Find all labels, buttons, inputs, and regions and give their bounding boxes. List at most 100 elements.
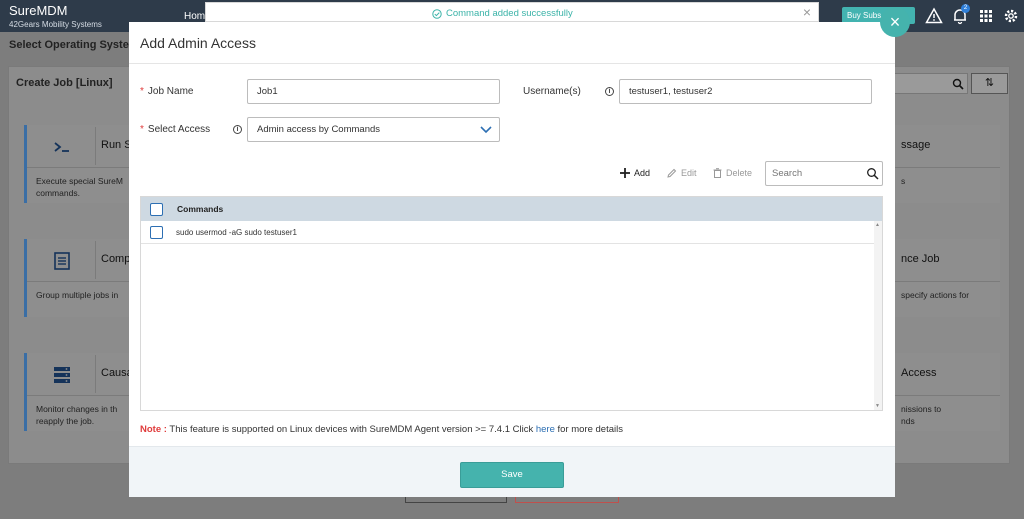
search-icon — [952, 78, 964, 90]
background-button — [515, 497, 619, 503]
add-label: Add — [634, 168, 651, 178]
job-name-input[interactable]: Job1 — [247, 79, 500, 104]
card-rule — [27, 281, 129, 282]
card-rule — [895, 167, 1000, 168]
scroll-down-icon[interactable]: ▼ — [875, 403, 880, 409]
check-circle-icon — [432, 8, 442, 19]
server-icon — [51, 364, 73, 386]
settings-gear-icon[interactable] — [1002, 7, 1020, 25]
sort-button[interactable]: ⇅ — [971, 73, 1008, 94]
card-divider — [95, 127, 96, 165]
create-job-title: Create Job [Linux] — [16, 77, 113, 89]
pencil-icon — [667, 168, 677, 178]
table-scrollbar[interactable]: ▲ ▼ — [874, 221, 882, 410]
close-dialog-icon[interactable]: × — [880, 7, 910, 37]
note-label: Note : — [140, 424, 167, 435]
warning-icon[interactable] — [925, 7, 943, 25]
card-divider — [95, 241, 96, 279]
job-card-causal[interactable]: Causa Monitor changes in th reapply the … — [24, 353, 133, 431]
app-name: SureMDM — [9, 3, 68, 18]
list-icon — [51, 250, 73, 272]
card-rule — [27, 395, 129, 396]
card-rule — [895, 395, 1000, 396]
job-card-message[interactable]: ssage s — [895, 125, 1000, 203]
usernames-input[interactable]: testuser1, testuser2 — [619, 79, 872, 104]
search-icon[interactable] — [866, 167, 879, 180]
add-button[interactable]: Add — [620, 168, 650, 178]
card-desc-line: Execute special SureM — [36, 176, 123, 186]
card-desc-line: nds — [901, 416, 915, 426]
dialog-footer: Save — [129, 446, 895, 497]
card-description: specify actions for — [901, 290, 970, 300]
select-os-title: Select Operating Syste — [9, 39, 129, 51]
nav-home-link[interactable]: Hom — [184, 11, 205, 22]
card-title: Run S — [101, 139, 132, 151]
background-search-input[interactable] — [892, 73, 968, 94]
select-access-info-icon[interactable]: i — [233, 125, 242, 134]
card-desc-line: commands. — [36, 188, 80, 198]
job-name-label: * Job Name — [140, 86, 193, 97]
card-divider — [95, 355, 96, 393]
dialog-title: Add Admin Access — [140, 35, 256, 51]
terminal-icon — [51, 136, 73, 158]
row-checkbox[interactable] — [150, 226, 163, 239]
card-title: Access — [901, 367, 937, 379]
background-button — [405, 497, 507, 503]
select-all-checkbox[interactable] — [150, 203, 163, 216]
save-button[interactable]: Save — [460, 462, 564, 488]
job-card-admin-access[interactable]: Access nissions to nds — [895, 353, 1000, 431]
success-toast: Command added successfully × — [205, 2, 819, 22]
select-access-dropdown[interactable]: Admin access by Commands — [247, 117, 500, 142]
toast-close-icon[interactable]: × — [803, 4, 811, 20]
add-admin-access-dialog: Add Admin Access * Job Name Job1 Username… — [129, 22, 895, 497]
chevron-down-icon — [473, 118, 499, 141]
job-card-compliance[interactable]: nce Job specify actions for — [895, 239, 1000, 317]
card-desc-line: Group multiple jobs in — [36, 290, 119, 300]
usernames-label: Username(s) — [523, 86, 581, 97]
card-title: nce Job — [901, 253, 940, 265]
plus-icon — [620, 168, 630, 178]
card-description: Monitor changes in th reapply the job. — [36, 403, 117, 427]
table-row[interactable]: sudo usermod -aG sudo testuser1 — [141, 221, 874, 244]
commands-search[interactable] — [765, 161, 883, 186]
company-name: 42Gears Mobility Systems — [9, 20, 102, 29]
card-description: nissions to nds — [901, 403, 941, 427]
delete-button[interactable]: Delete — [713, 168, 752, 178]
apps-grid-icon[interactable] — [977, 7, 995, 25]
toast-text: Command added successfully — [446, 8, 573, 19]
commands-table: Commands sudo usermod -aG sudo testuser1… — [140, 196, 883, 411]
usernames-info-icon[interactable]: i — [605, 87, 614, 96]
card-desc-line: Monitor changes in th — [36, 404, 118, 414]
card-description: s — [901, 176, 906, 186]
note-tail: for more details — [554, 424, 624, 435]
brand[interactable]: SureMDM 42Gears Mobility Systems — [9, 3, 102, 29]
delete-label: Delete — [726, 168, 753, 178]
card-rule — [27, 167, 129, 168]
dialog-divider — [129, 63, 895, 64]
commands-column-header: Commands — [177, 204, 224, 214]
commands-search-input[interactable] — [772, 168, 862, 179]
job-name-label-text: Job Name — [147, 86, 194, 97]
card-rule — [895, 281, 1000, 282]
select-access-value: Admin access by Commands — [257, 124, 381, 135]
select-access-label-text: Select Access — [147, 124, 211, 135]
notification-badge: 2 — [961, 4, 970, 13]
edit-button[interactable]: Edit — [667, 168, 697, 178]
card-title: Comp — [101, 253, 131, 265]
scroll-up-icon[interactable]: ▲ — [875, 222, 880, 228]
feature-note: Note : This feature is supported on Linu… — [140, 424, 623, 435]
card-title: ssage — [901, 139, 931, 151]
command-cell: sudo usermod -aG sudo testuser1 — [176, 228, 297, 237]
required-marker: * — [140, 124, 144, 135]
job-card-composite[interactable]: Comp Group multiple jobs in — [24, 239, 131, 317]
table-header: Commands — [141, 197, 882, 221]
note-text: This feature is supported on Linux devic… — [166, 424, 536, 435]
select-access-label: * Select Access — [140, 124, 210, 135]
required-marker: * — [140, 86, 144, 97]
card-desc-line: nissions to — [901, 404, 942, 414]
card-description: Execute special SureM commands. — [36, 175, 123, 199]
card-description: Group multiple jobs in — [36, 289, 118, 301]
edit-label: Edit — [681, 168, 697, 178]
job-card-run-script[interactable]: Run S Execute special SureM commands. — [24, 125, 132, 203]
more-details-link[interactable]: here — [536, 424, 555, 435]
